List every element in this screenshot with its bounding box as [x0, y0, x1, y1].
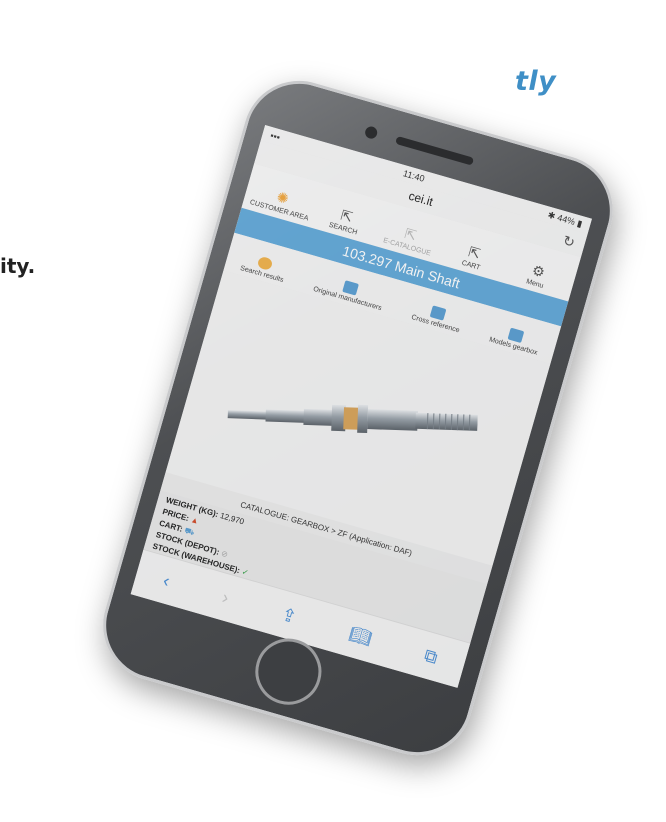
- reload-icon[interactable]: ↻: [561, 232, 577, 252]
- phone-mockup: ▪▪▪ 11:40 ✱ 44% ▮ cei.it ↻ ✺ CUSTOMER AR…: [89, 67, 627, 769]
- search-results-icon: [256, 255, 274, 272]
- share-icon[interactable]: ⇪: [279, 603, 299, 627]
- tabs-icon[interactable]: ⧉: [422, 644, 440, 668]
- signal-indicator: ▪▪▪: [269, 130, 282, 143]
- unavailable-icon: ⊘: [220, 548, 230, 560]
- gearbox-icon: [507, 327, 525, 344]
- checkmark-icon: ✓: [240, 567, 250, 578]
- cross-reference-icon: [430, 305, 447, 321]
- forward-icon[interactable]: ›: [220, 587, 231, 609]
- background-text-fragment: ity.: [0, 254, 36, 278]
- main-shaft-image: [227, 404, 478, 434]
- manufacturer-icon: [342, 280, 359, 296]
- bookmarks-icon[interactable]: 📖︎: [347, 623, 374, 649]
- warning-icon: ▲: [189, 515, 200, 526]
- background-tagline-fragment: tly: [515, 66, 557, 97]
- phone-screen: ▪▪▪ 11:40 ✱ 44% ▮ cei.it ↻ ✺ CUSTOMER AR…: [130, 125, 592, 688]
- cart-icon[interactable]: ⛟: [183, 526, 195, 537]
- url-text: cei.it: [407, 188, 435, 209]
- battery-percent: 44%: [556, 211, 577, 227]
- back-icon[interactable]: ‹: [161, 570, 172, 592]
